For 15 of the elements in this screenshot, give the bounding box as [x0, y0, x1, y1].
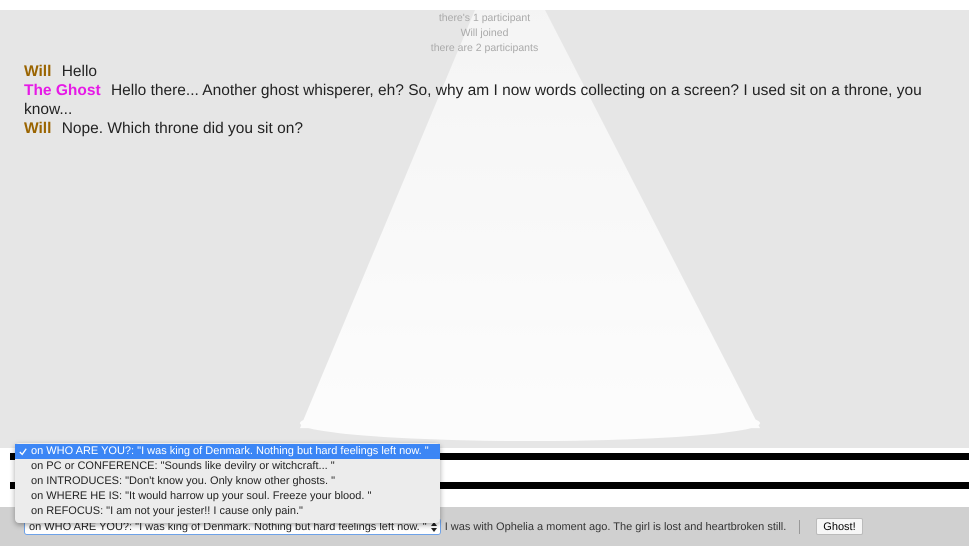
dropdown-option[interactable]: on INTRODUCES: "Don't know you. Only know other ghosts. " — [15, 474, 440, 489]
ghost-button[interactable]: Ghost! — [816, 518, 863, 535]
system-notice: there's 1 participant — [438, 11, 530, 26]
system-notice: Will joined — [460, 26, 508, 41]
reply-text: I was with Ophelia a moment ago. The girl is lost and heartbroken still. — [444, 520, 786, 532]
check-icon — [19, 448, 27, 456]
dropdown-option[interactable]: on PC or CONFERENCE: "Sounds like devilry or witchcraft... " — [15, 459, 440, 474]
dropdown-option[interactable]: on WHERE HE IS: "It would harrow up your soul. Freeze your blood. " — [15, 489, 440, 504]
chat-message: Will Hello — [24, 62, 98, 81]
chat-message: Will Nope. Which throne did you sit on? — [24, 119, 304, 138]
system-notice: there are 2 participants — [430, 41, 538, 56]
dropdown-option[interactable]: on WHO ARE YOU?: "I was king of Denmark. Nothing but hard feelings left now. " — [15, 444, 440, 459]
dropdown-option[interactable]: on REFOCUS: "I am not your jester!! I cause only pain." — [15, 504, 440, 519]
updown-arrows-icon — [430, 522, 437, 532]
chat-message: The Ghost Hello there... Another ghost whisperer, eh? So, why am I now words collecting on a screen? I used sit on a throne, you know... — [24, 81, 923, 119]
